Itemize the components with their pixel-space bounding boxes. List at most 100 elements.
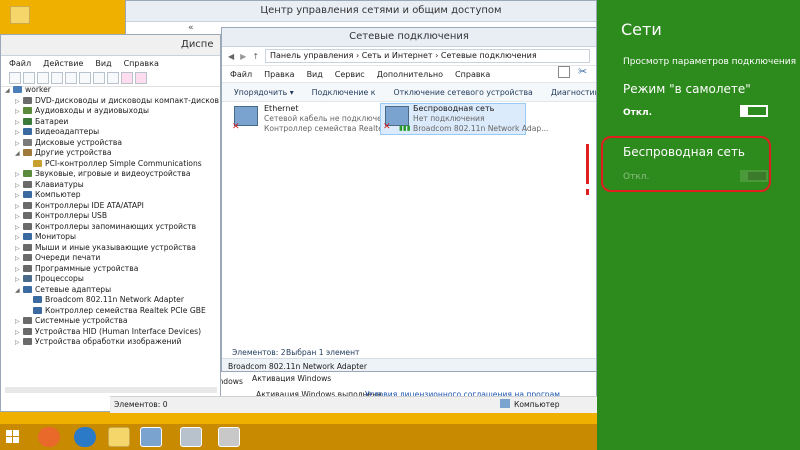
menu-tools[interactable]: Сервис [335,70,365,79]
window-title: Диспе [181,39,214,50]
device-category-icon [23,117,32,125]
address-bar[interactable]: Панель управления › Сеть и Интернет › Се… [265,49,590,63]
airplane-mode-state: Откл. [623,108,652,118]
start-button[interactable] [6,430,20,444]
device-category-icon [23,285,32,293]
desktop-folder-icon[interactable] [10,6,30,24]
network-connections-task-icon[interactable] [140,427,162,447]
view-settings-link[interactable]: Просмотр параметров подключения [623,57,796,67]
tree-item[interactable]: PCI-контроллер Simple Communications [5,159,202,170]
back-arrow-icon[interactable]: ◀ [228,52,234,61]
disable-device-icon[interactable] [121,72,133,84]
tree-item[interactable]: ▷ Очереди печати [5,253,100,264]
tree-item[interactable]: ▷ Устройства HID (Human Interface Devices… [5,327,201,338]
device-manager-task-icon[interactable] [180,427,202,447]
uninstall-device-icon[interactable] [135,72,147,84]
tree-item[interactable]: ▷ Батареи [5,117,68,128]
tree-item-label: Мониторы [35,232,76,241]
titlebar: Сетевые подключения [222,28,596,47]
menu-help[interactable]: Справка [124,59,159,68]
menu-file[interactable]: Файл [9,59,31,68]
tree-item[interactable]: ▷ Программные устройства [5,264,138,275]
tree-item[interactable]: ◢ Другие устройства [5,148,111,159]
organize-button[interactable]: Упорядочить ▾ [234,88,294,97]
tree-item[interactable]: ▷ Контроллеры запоминающих устройств [5,222,196,233]
scan-hardware-icon[interactable] [93,72,105,84]
tree-item[interactable]: ▷ Звуковые, игровые и видеоустройства [5,169,191,180]
tree-item[interactable]: ▷ Процессоры [5,274,84,285]
menu-bar: Файл Действие Вид Справка [1,56,220,70]
device-category-icon [23,191,32,198]
device-category-icon [23,180,32,188]
tree-item[interactable]: ▷ Устройства обработки изображений [5,337,181,348]
connection-item-ethernet[interactable]: ✕ Ethernet Сетевой кабель не подключен К… [230,104,400,136]
forward-arrow-icon[interactable] [23,72,35,84]
tree-item[interactable]: Broadcom 802.11n Network Adapter [5,295,184,306]
menu-advanced[interactable]: Дополнительно [377,70,443,79]
tree-item[interactable]: ◢ worker [5,85,51,96]
tree-item-label: PCI-контроллер Simple Communications [45,158,202,168]
forward-arrow-icon[interactable]: ▶ [240,52,246,61]
status-count: Элементов: 2 [232,348,286,357]
scrollbar-horizontal[interactable] [5,387,217,393]
status-bar: Элементов: 0 Компьютер [110,396,597,413]
details-icon[interactable] [79,72,91,84]
wireless-state: Откл. [623,172,650,182]
update-driver-icon[interactable] [107,72,119,84]
items-count: Элементов: 0 [114,400,168,409]
nav-back-area[interactable]: « [188,23,194,33]
connect-to-button[interactable]: Подключение к [312,88,376,97]
tree-item[interactable]: ◢ Сетевые адаптеры [5,285,111,296]
view-toggle-icon[interactable] [558,66,570,78]
network-connections-window[interactable]: Сетевые подключения ◀ ▶ ↑ Панель управле… [221,27,597,372]
menu-action[interactable]: Действие [43,59,83,68]
device-category-icon [23,96,32,104]
list-icon[interactable] [51,72,63,84]
tree-item[interactable]: ▷ Мониторы [5,232,76,243]
diagnose-button[interactable]: Диагностика подключения [551,88,596,97]
menu-file[interactable]: Файл [230,70,252,79]
menu-view[interactable]: Вид [95,59,111,68]
internet-explorer-icon[interactable] [74,427,96,447]
airplane-mode-label: Режим "в самолете" [623,82,751,96]
breadcrumb-network-internet[interactable]: Сеть и Интернет [362,51,433,60]
networks-charm-panel: Сети Просмотр параметров подключения Реж… [597,0,800,450]
network-center-task-icon[interactable] [218,427,240,447]
firefox-icon[interactable] [38,427,60,447]
tree-item[interactable]: ▷ Компьютер [5,190,81,201]
file-explorer-icon[interactable] [108,427,130,447]
tree-item[interactable]: ▷ Дисковые устройства [5,138,122,149]
tree-item-label: Broadcom 802.11n Network Adapter [45,295,184,304]
expand-toggle-icon[interactable]: ▷ [15,338,23,349]
tree-item[interactable]: Контроллер семейства Realtek PCIe GBE [5,306,206,317]
tree-item[interactable]: ▷ Контроллеры IDE ATA/ATAPI [5,201,144,212]
device-category-icon [23,128,32,135]
menu-help[interactable]: Справка [455,70,490,79]
back-arrow-icon[interactable] [9,72,21,84]
properties-icon[interactable] [37,72,49,84]
tree-item[interactable]: ▷ DVD-дисководы и дисководы компакт-диско… [5,96,219,107]
tree-item[interactable]: ▷ Контроллеры USB [5,211,107,222]
menu-view[interactable]: Вид [307,70,323,79]
tree-item-label: Другие устройства [35,148,112,157]
tree-item[interactable]: ▷ Аудиовходы и аудиовыходы [5,106,149,117]
connection-device: Broadcom 802.11n Network Adap... [413,124,549,133]
tree-item-label: Видеоадаптеры [35,127,100,136]
help-icon[interactable] [65,72,77,84]
device-manager-window[interactable]: Диспе Файл Действие Вид Справка ◢ worker ▷… [0,34,221,412]
windows-logo-icon [6,430,20,443]
disable-device-button[interactable]: Отключение сетевого устройства [393,88,532,97]
tree-item[interactable]: ▷ Клавиатуры [5,180,84,191]
breadcrumb-network-connections[interactable]: Сетевые подключения [441,51,537,60]
device-category-icon [23,327,32,335]
tree-item[interactable]: ▷ Мыши и иные указывающие устройства [5,243,196,254]
tree-item[interactable]: ▷ Системные устройства [5,316,128,327]
scissors-icon[interactable]: ✂ [578,65,587,78]
up-arrow-icon[interactable]: ↑ [252,52,259,61]
connection-item-wireless[interactable]: ✕ ▮▮▮ Беспроводная сеть Нет подключения … [380,103,548,135]
breadcrumb-control-panel[interactable]: Панель управления [270,51,353,60]
menu-edit[interactable]: Правка [264,70,294,79]
device-category-icon [23,201,32,209]
airplane-mode-toggle[interactable] [740,105,768,117]
tree-item[interactable]: ▷ Видеоадаптеры [5,127,99,138]
